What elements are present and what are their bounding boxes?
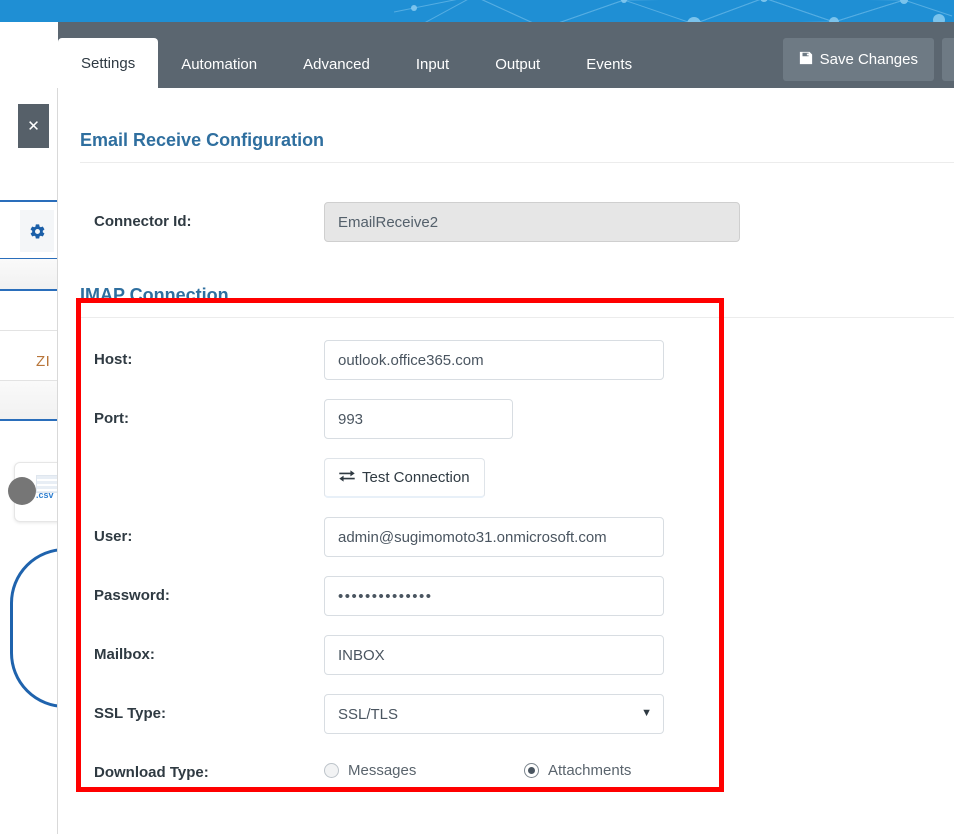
connector-id-row: Connector Id:: [58, 202, 954, 244]
tab-label: Automation: [181, 55, 258, 73]
mailbox-row: Mailbox:: [58, 635, 954, 677]
save-changes-button[interactable]: Save Changes: [782, 38, 934, 81]
host-input[interactable]: [324, 340, 664, 380]
port-label: Port:: [94, 410, 129, 427]
exchange-arrows-icon: [339, 469, 355, 486]
radio-indicator: [524, 763, 539, 778]
ssl-type-select-wrapper: SSL/TLSSTARTTLSNoneImplicit SSL ▼: [324, 694, 664, 734]
overflow-header-button[interactable]: [942, 38, 954, 81]
host-row: Host:: [58, 340, 954, 382]
bg-band: [0, 259, 57, 289]
connector-id-label: Connector Id:: [94, 213, 192, 230]
port-row: Port:: [58, 399, 954, 441]
section-divider: [80, 162, 954, 163]
network-nodes-pattern-icon: [394, 0, 953, 22]
download-type-row: Download Type: Messages Attachments: [58, 753, 954, 795]
save-changes-label: Save Changes: [819, 51, 918, 68]
bg-partial-text: ZI: [36, 353, 51, 370]
mailbox-label: Mailbox:: [94, 646, 155, 663]
floppy-disk-icon: [799, 51, 813, 69]
tab-label: Output: [495, 55, 541, 73]
port-input[interactable]: [324, 399, 513, 439]
connector-settings-panel: Settings Automation Advanced Input Outpu…: [58, 22, 954, 834]
download-type-label: Download Type:: [94, 764, 209, 781]
ssl-type-label: SSL Type:: [94, 705, 166, 722]
host-label: Host:: [94, 351, 133, 368]
user-label: User:: [94, 528, 133, 545]
radio-indicator: [324, 763, 339, 778]
bg-divider-rule: [0, 330, 57, 331]
user-row: User:: [58, 517, 954, 559]
download-type-radio-group: Messages Attachments: [324, 762, 631, 779]
ssl-type-select[interactable]: SSL/TLSSTARTTLSNoneImplicit SSL: [324, 694, 664, 734]
mailbox-input[interactable]: [324, 635, 664, 675]
imap-section-title: IMAP Connection: [80, 285, 229, 305]
tab-input[interactable]: Input: [393, 40, 472, 88]
section-divider: [80, 317, 954, 318]
bg-divider-rule: [0, 419, 57, 421]
connector-id-field[interactable]: [324, 202, 740, 242]
bg-band: [0, 381, 57, 419]
tab-output[interactable]: Output: [472, 40, 563, 88]
password-label: Password:: [94, 587, 170, 604]
radio-label: Attachments: [548, 762, 632, 779]
tab-automation[interactable]: Automation: [158, 40, 280, 88]
test-connection-button[interactable]: Test Connection: [324, 458, 485, 498]
gear-icon[interactable]: [20, 210, 54, 252]
bg-divider-rule: [0, 289, 57, 291]
user-input[interactable]: [324, 517, 664, 557]
ssl-type-row: SSL Type: SSL/TLSSTARTTLSNoneImplicit SS…: [58, 694, 954, 736]
bg-divider-rule: [0, 200, 57, 202]
settings-form: Email Receive Configuration Connector Id…: [58, 88, 954, 834]
tab-advanced[interactable]: Advanced: [280, 40, 393, 88]
tab-label: Events: [586, 55, 633, 73]
app-header-band: [0, 0, 954, 22]
test-connection-label: Test Connection: [362, 469, 470, 486]
tab-events[interactable]: Events: [563, 40, 655, 88]
csv-file-label: .csv: [36, 490, 54, 500]
tab-label: Advanced: [303, 55, 370, 73]
radio-attachments[interactable]: Attachments: [524, 762, 631, 779]
password-row: Password:: [58, 576, 954, 618]
tab-label: Settings: [81, 54, 136, 72]
radio-label: Messages: [348, 762, 417, 779]
radio-messages[interactable]: Messages: [324, 762, 524, 779]
tab-bar: Settings Automation Advanced Input Outpu…: [58, 22, 954, 88]
bg-status-dot: [8, 477, 36, 505]
close-icon[interactable]: ✕: [18, 104, 49, 148]
tab-label: Input: [415, 55, 450, 73]
test-connection-row: Test Connection: [58, 458, 954, 500]
page-title: Email Receive Configuration: [80, 130, 325, 150]
password-input[interactable]: [324, 576, 664, 616]
tab-settings[interactable]: Settings: [58, 38, 159, 88]
